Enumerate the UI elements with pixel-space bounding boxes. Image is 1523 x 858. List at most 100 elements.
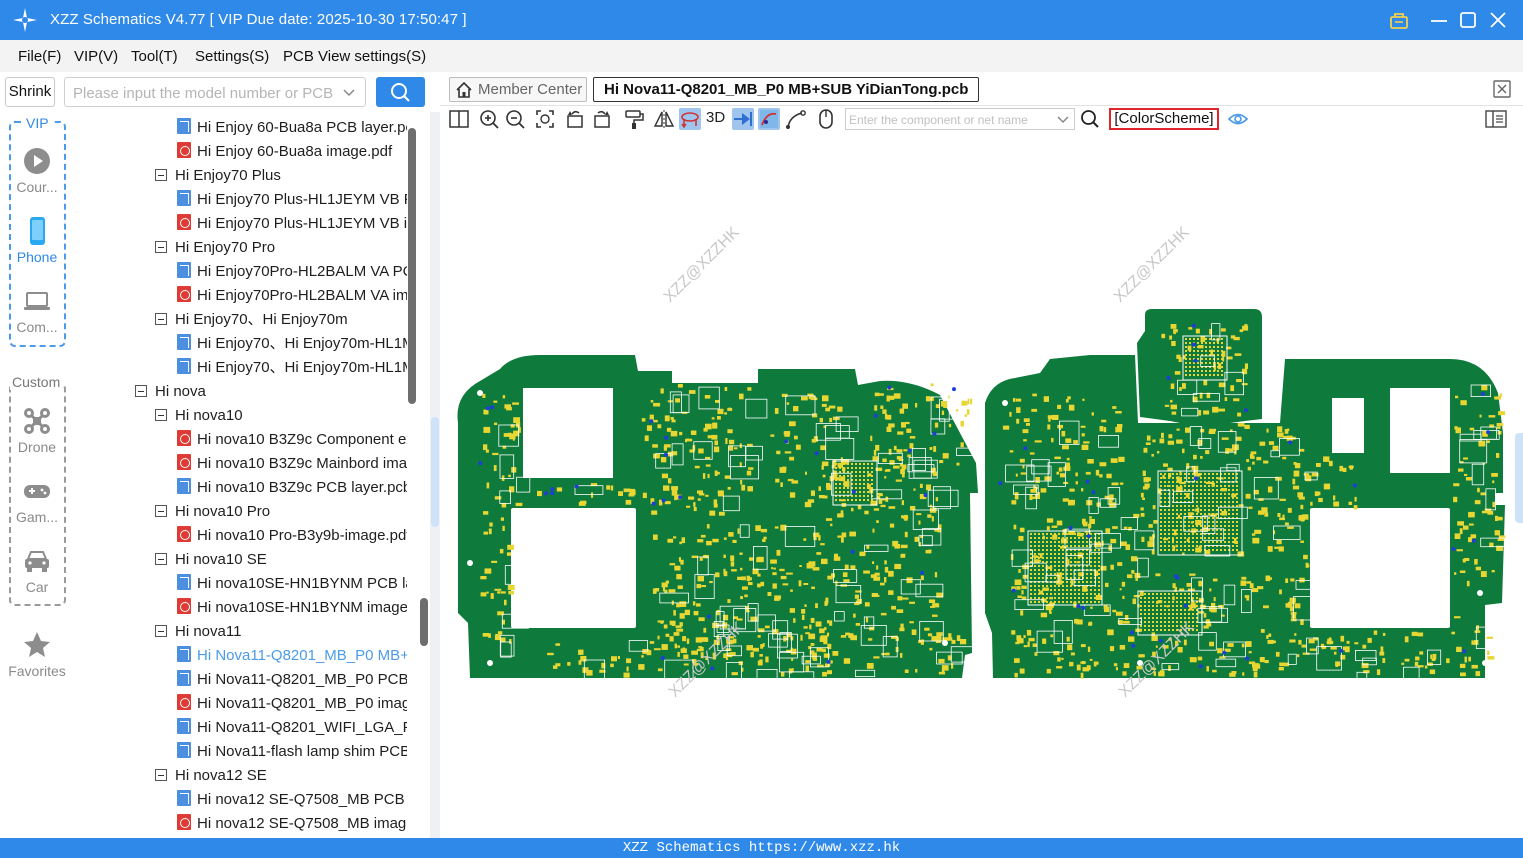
tree-file-item[interactable]: Hi Enjoy70 Plus-HL1JEYM VB image.pdf <box>177 212 407 236</box>
collapse-icon[interactable] <box>155 769 167 781</box>
minimize-icon[interactable] <box>1428 9 1450 31</box>
panel-toggle-icon[interactable] <box>1485 108 1507 130</box>
tree-file-item[interactable]: Hi Enjoy 60-Bua8a image.pdf <box>177 140 407 164</box>
rail-item-game[interactable]: Gam... <box>6 476 68 525</box>
model-search-input[interactable] <box>73 83 333 103</box>
tree-folder-item[interactable]: Hi nova10 Pro <box>155 500 407 524</box>
splitter-grip[interactable] <box>431 417 439 527</box>
tree-file-item[interactable]: Hi Nova11-Q8201_WIFI_LGA_P1.pcb <box>177 716 407 740</box>
bga-ball <box>859 487 861 489</box>
tree-file-item[interactable]: Hi nova10 B3Z9c Component explosion.pdf <box>177 428 407 452</box>
chevron-down-icon[interactable] <box>342 86 356 100</box>
menu-tool[interactable]: Tool(T) <box>131 48 178 65</box>
rail-item-computer[interactable]: Com... <box>6 286 68 335</box>
rail-item-phone[interactable]: Phone <box>6 216 68 265</box>
tree-file-item[interactable]: Hi nova10 B3Z9c PCB layer.pcb <box>177 476 407 500</box>
view-3d-button[interactable]: 3D <box>706 109 725 126</box>
tree-folder-item[interactable]: Hi Enjoy70 Pro <box>155 236 407 260</box>
tree-file-item[interactable]: Hi Nova11-flash lamp shim PCB.pcb <box>177 740 407 764</box>
fit-view-icon[interactable] <box>534 108 556 130</box>
pad <box>715 572 720 578</box>
shrink-button[interactable]: Shrink <box>5 77 55 107</box>
tree-file-item[interactable]: Hi nova12 SE-Q7508_MB PCB layer.pcb <box>177 788 407 812</box>
menu-vip[interactable]: VIP(V) <box>74 48 118 65</box>
tree-folder-item[interactable]: Hi Enjoy70 Plus <box>155 164 407 188</box>
tree-file-item[interactable]: Hi Enjoy70 Plus-HL1JEYM VB PCB layer.pcb <box>177 188 407 212</box>
tree-file-item[interactable]: Hi nova10SE-HN1BYNM image.pdf <box>177 596 407 620</box>
pcb-canvas[interactable]: XZZ@XZZHK XZZ@XZZHK XZZ@XZZHK XZZ@XZZHK <box>440 133 1523 838</box>
component-search[interactable] <box>845 108 1075 130</box>
pad <box>834 556 838 560</box>
net-trace-icon[interactable] <box>758 108 780 130</box>
component-search-input[interactable] <box>849 112 1049 128</box>
collapse-icon[interactable] <box>155 553 167 565</box>
menu-file[interactable]: File(F) <box>18 48 61 65</box>
tree-folder-item[interactable]: Hi nova10 <box>155 404 407 428</box>
bga-ball <box>1066 537 1068 539</box>
wire-tool-icon[interactable] <box>785 108 807 130</box>
tree-file-item[interactable]: Hi Enjoy70Pro-HL2BALM VA image.pdf <box>177 284 407 308</box>
collapse-icon[interactable] <box>135 385 147 397</box>
collapse-icon[interactable] <box>155 409 167 421</box>
panel-splitter[interactable] <box>430 112 440 838</box>
collapse-icon[interactable] <box>155 505 167 517</box>
collapse-icon[interactable] <box>155 169 167 181</box>
tree-file-item[interactable]: Hi Nova11-Q8201_MB_P0 PCB layer.pcb <box>177 668 407 692</box>
zoom-out-icon[interactable] <box>504 108 526 130</box>
tree-file-item[interactable]: Hi nova10SE-HN1BYNM PCB layer.pcb <box>177 572 407 596</box>
tree-file-item[interactable]: Hi nova10 B3Z9c Mainbord image.pdf <box>177 452 407 476</box>
bga-ball <box>1152 629 1154 631</box>
tree-scrollbar-secondary[interactable] <box>420 598 428 646</box>
tree-scrollbar[interactable] <box>408 128 416 404</box>
mouse-icon[interactable] <box>815 108 837 130</box>
tree-folder-item[interactable]: Hi nova10 SE <box>155 548 407 572</box>
right-panel-handle[interactable] <box>1515 433 1523 523</box>
mirror-icon[interactable] <box>653 108 675 130</box>
menu-pcb-view-settings[interactable]: PCB View settings(S) <box>283 48 426 65</box>
tree-file-item[interactable]: Hi Enjoy70、Hi Enjoy70m-HL1M PCB layer.pc… <box>177 332 407 356</box>
maximize-icon[interactable] <box>1457 9 1479 31</box>
eye-icon[interactable] <box>1227 108 1249 130</box>
search-icon[interactable] <box>1079 108 1101 130</box>
bga-ball <box>843 463 845 465</box>
tree-folder-item[interactable]: Hi nova11 <box>155 620 407 644</box>
pad <box>918 520 921 525</box>
rotate-left-icon[interactable] <box>564 108 586 130</box>
paint-roller-icon[interactable] <box>623 108 645 130</box>
tree-folder-item[interactable]: Hi nova12 SE <box>155 764 407 788</box>
close-icon[interactable] <box>1487 9 1509 31</box>
model-search-box[interactable] <box>64 77 366 107</box>
collapse-icon[interactable] <box>155 241 167 253</box>
tree-root-item[interactable]: Hi nova <box>135 380 407 404</box>
rotate-right-icon[interactable] <box>591 108 613 130</box>
tab-pcb-file[interactable]: Hi Nova11-Q8201_MB_P0 MB+SUB YiDianTong.… <box>593 77 979 102</box>
zoom-in-icon[interactable] <box>478 108 500 130</box>
menu-settings[interactable]: Settings(S) <box>195 48 269 65</box>
close-all-tabs-icon[interactable] <box>1493 80 1511 98</box>
tree-file-item[interactable]: Hi Nova11-Q8201_MB_P0 image.pdf <box>177 692 407 716</box>
collapse-icon[interactable] <box>155 625 167 637</box>
pad <box>790 589 793 592</box>
split-view-icon[interactable] <box>448 108 470 130</box>
pad <box>688 496 695 500</box>
tree-folder-item[interactable]: Hi Enjoy70、Hi Enjoy70m <box>155 308 407 332</box>
lock-icon[interactable] <box>1388 9 1410 31</box>
pcb-board-drawing[interactable]: XZZ@XZZHK XZZ@XZZHK XZZ@XZZHK XZZ@XZZHK <box>440 133 1523 838</box>
rail-item-drone[interactable]: Drone <box>6 406 68 455</box>
rail-item-car[interactable]: Car <box>6 546 68 595</box>
tree-file-item[interactable]: Hi Enjoy 60-Bua8a PCB layer.pcb <box>177 116 407 140</box>
search-button[interactable] <box>376 77 425 107</box>
tree-file-item-selected[interactable]: Hi Nova11-Q8201_MB_P0 MB+SUB YiDianTong.… <box>177 644 407 668</box>
color-scheme-button[interactable]: [ColorScheme] <box>1109 108 1219 130</box>
tree-file-item[interactable]: Hi nova10 Pro-B3y9b-image.pdf <box>177 524 407 548</box>
chevron-down-icon[interactable] <box>1056 113 1070 127</box>
tree-file-item[interactable]: Hi Enjoy70Pro-HL2BALM VA PCB layer.pcb <box>177 260 407 284</box>
tab-member-center[interactable]: Member Center <box>449 77 587 102</box>
rail-item-courses[interactable]: Cour... <box>6 146 68 195</box>
pin-highlight-icon[interactable] <box>732 108 754 130</box>
rail-item-favorites[interactable]: Favorites <box>6 630 68 679</box>
tree-file-item[interactable]: Hi Enjoy70、Hi Enjoy70m-HL1M image.pdf <box>177 356 407 380</box>
tree-file-item[interactable]: Hi nova12 SE-Q7508_MB image.pdf <box>177 812 407 836</box>
collapse-icon[interactable] <box>155 313 167 325</box>
flip-board-icon[interactable] <box>679 108 701 130</box>
